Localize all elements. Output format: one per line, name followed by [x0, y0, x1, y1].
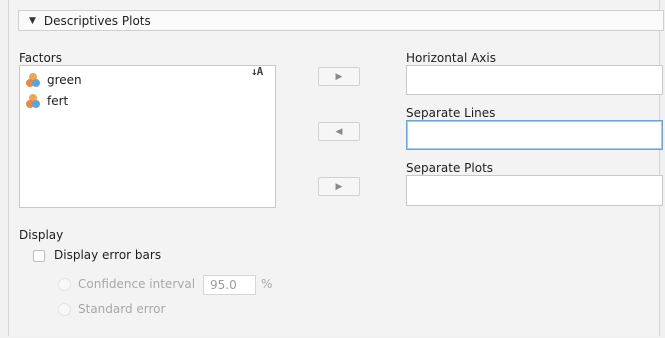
separate-plots-field[interactable] — [406, 175, 663, 206]
variable-name: green — [47, 73, 82, 87]
sort-icon[interactable]: ↓A — [251, 65, 263, 78]
move-to-separate-plots-button[interactable]: ▶ — [318, 177, 360, 196]
display-label: Display — [19, 228, 64, 242]
display-error-bars-checkbox[interactable] — [33, 250, 45, 262]
factors-label: Factors — [19, 51, 62, 65]
confidence-interval-radio[interactable] — [58, 278, 71, 291]
factors-list[interactable]: green fert — [19, 65, 276, 208]
nominal-variable-icon — [26, 94, 40, 108]
display-error-bars-label[interactable]: Display error bars — [54, 248, 161, 262]
confidence-interval-label: Confidence interval — [78, 277, 196, 291]
move-from-separate-lines-button[interactable]: ◀ — [318, 122, 360, 141]
standard-error-radio[interactable] — [58, 303, 71, 316]
separate-lines-label: Separate Lines — [406, 106, 496, 120]
variable-name: fert — [47, 94, 69, 108]
percent-sign: % — [261, 277, 273, 291]
confidence-interval-input[interactable]: 95.0 — [203, 275, 256, 295]
triangle-down-icon: ▼ — [29, 15, 36, 26]
horizontal-axis-label: Horizontal Axis — [406, 51, 496, 65]
section-title: Descriptives Plots — [43, 13, 151, 28]
standard-error-label: Standard error — [78, 302, 166, 316]
section-header[interactable]: ▼ Descriptives Plots — [18, 10, 664, 31]
list-item-green[interactable]: green — [26, 72, 82, 88]
horizontal-axis-field[interactable] — [406, 65, 663, 95]
nominal-variable-icon — [26, 73, 40, 87]
separate-plots-label: Separate Plots — [406, 161, 494, 175]
move-to-horizontal-axis-button[interactable]: ▶ — [318, 67, 360, 86]
separate-lines-field[interactable] — [406, 120, 663, 150]
list-item-fert[interactable]: fert — [26, 93, 68, 109]
